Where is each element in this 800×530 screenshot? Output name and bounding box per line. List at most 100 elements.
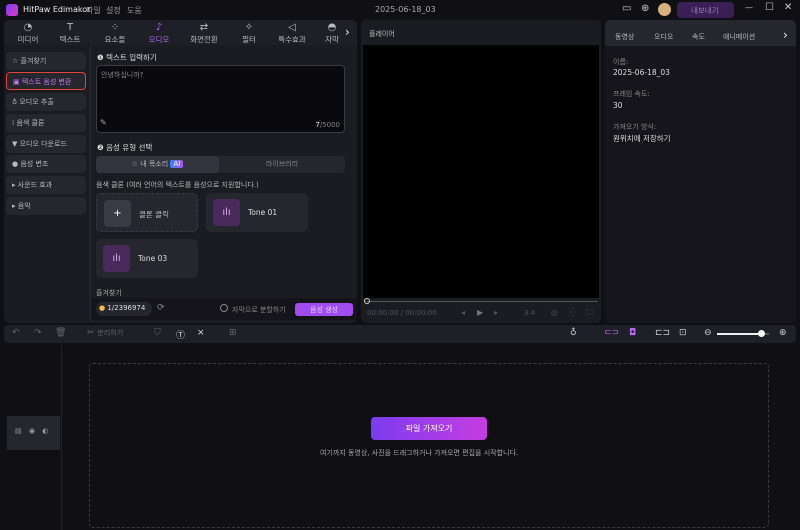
filter-icon: ✧ — [244, 22, 254, 33]
clone-click-label: 클론 클릭 — [139, 210, 169, 219]
tone-card[interactable]: ılı Tone 03 — [96, 239, 198, 278]
sidebar-item-music[interactable]: ▸ 음악 — [6, 197, 86, 215]
tab-elements[interactable]: ⁘ 요소들 — [95, 22, 135, 45]
progress-bar[interactable] — [367, 301, 598, 302]
project-name: 2025-06-18_03 — [375, 5, 436, 14]
sidebar-item-favorites[interactable]: ☆ 즐겨찾기 — [6, 52, 86, 70]
delete-icon[interactable]: 🗑 — [55, 328, 66, 338]
tab-subtitle[interactable]: ◓ 자막 — [317, 22, 347, 45]
text-box-icon[interactable]: Ⓣ — [176, 328, 185, 341]
tab-effects[interactable]: ◁ 특수효과 — [272, 22, 312, 45]
track-visibility-icon[interactable]: ◉ — [29, 427, 35, 435]
add-clip-icon[interactable]: ⊞ — [229, 328, 237, 338]
video-preview — [363, 45, 599, 298]
sidebar-item-audio-extract[interactable]: ♁ 오디오 추출 — [6, 93, 86, 111]
playhead-handle[interactable] — [364, 298, 370, 304]
credits: ● 1/2396974 — [96, 302, 152, 316]
generate-button[interactable]: 음성 생성 — [295, 303, 353, 316]
tabs-next-icon[interactable]: › — [345, 25, 350, 39]
sidebar-item-tts[interactable]: ▣ 텍스트 음성 변환 — [6, 72, 86, 90]
track-audio-icon[interactable]: ◐ — [42, 427, 48, 435]
tab-audio-props[interactable]: 오디오 — [654, 32, 673, 42]
remove-silence-icon[interactable]: ⨯ — [197, 328, 205, 338]
download-icon[interactable]: ⊕ — [641, 3, 649, 14]
tab-video[interactable]: 동영상 — [615, 32, 634, 42]
split-track-icon[interactable]: ⊏⊐ — [655, 328, 670, 338]
split-button[interactable]: ✂ 분리하기 — [87, 328, 123, 338]
tab-animation[interactable]: 애니메이션 — [723, 32, 755, 42]
text-icon: T — [66, 22, 74, 33]
avatar[interactable] — [658, 3, 671, 16]
tone-label: Tone 01 — [248, 208, 278, 217]
screenshot-icon[interactable]: ◎ — [551, 308, 558, 317]
split-subtitle-checkbox[interactable] — [220, 304, 228, 312]
name-label: 이름: — [613, 58, 629, 66]
play-icon[interactable]: ▶ — [477, 308, 483, 317]
magnet-icon[interactable]: ◘ — [629, 328, 636, 338]
grid-icon[interactable]: ⁛ — [570, 308, 576, 317]
app-logo-icon — [6, 4, 18, 16]
fit-icon[interactable]: ⊡ — [679, 328, 687, 338]
tab-text[interactable]: T 텍스트 — [50, 22, 90, 45]
tab-media[interactable]: ◔ 미디어 — [8, 22, 48, 45]
link-icon[interactable]: ⊂⊃ — [604, 328, 619, 338]
tab-library[interactable]: 라이브러리 — [219, 159, 345, 169]
drop-zone[interactable] — [89, 363, 769, 528]
zoom-out-icon[interactable]: ⊖ — [704, 328, 712, 338]
refresh-icon[interactable]: ⟳ — [157, 303, 165, 313]
zoom-slider[interactable] — [717, 330, 769, 337]
divider — [90, 46, 91, 323]
tone-card[interactable]: ılı Tone 01 — [206, 193, 308, 232]
current-time: 00:00:00 / 00:00:00 — [367, 309, 437, 317]
menu-file[interactable]: 파일 — [86, 5, 101, 16]
name-value: 2025-06-18_03 — [613, 68, 670, 77]
sidebar-item-voice-clone[interactable]: ⁞ 음색 클론 — [6, 114, 86, 132]
text-value: 안녕하십니까? — [101, 71, 144, 79]
prev-frame-icon[interactable]: ◂ — [461, 308, 465, 317]
zoom-in-icon[interactable]: ⊕ — [779, 328, 787, 338]
track-divider — [61, 345, 62, 530]
text-input[interactable]: 안녕하십니까? ✎ 7/5000 — [96, 65, 345, 133]
magic-icon[interactable]: ✎ — [100, 118, 107, 127]
tab-audio[interactable]: ♪ 오디오 — [139, 22, 179, 45]
tab-transition[interactable]: ⇄ 화면전환 — [184, 22, 224, 45]
import-file-button[interactable]: 파일 가져오기 — [371, 417, 487, 440]
subtitle-icon: ◓ — [327, 22, 337, 33]
tab-speed[interactable]: 속도 — [692, 32, 705, 42]
redo-icon[interactable]: ↷ — [34, 328, 42, 338]
close-icon[interactable]: ✕ — [784, 2, 792, 13]
sidebar-item-sound-effects[interactable]: ▸ 사운드 효과 — [6, 176, 86, 194]
track-lock-icon[interactable]: ▤ — [15, 427, 22, 435]
aspect-ratio-select[interactable]: 3:4 — [524, 309, 535, 317]
sidebar-item-audio-download[interactable]: ▼ 오디오 다운로드 — [6, 135, 86, 153]
menu-help[interactable]: 도움 — [127, 5, 142, 16]
tab-my-voice[interactable]: ☆ 내 목소리 AI — [96, 156, 219, 173]
sidebar-item-voice-changer[interactable]: ● 음성 변조 — [6, 155, 86, 173]
undo-icon[interactable]: ↶ — [12, 328, 20, 338]
voice-wave-icon: ılı — [213, 199, 240, 226]
step1-title: ❶ 텍스트 입력하기 — [97, 53, 157, 62]
effects-icon: ◁ — [288, 22, 296, 33]
tab-filter[interactable]: ✧ 필터 — [229, 22, 269, 45]
zoom-slider-fill — [717, 333, 762, 335]
mic-icon[interactable]: ♁ — [570, 328, 577, 338]
minimize-icon[interactable]: — — [745, 3, 753, 12]
export-button[interactable]: 내보내기 — [677, 2, 734, 18]
elements-icon: ⁘ — [110, 22, 120, 33]
fullscreen-icon[interactable]: ⛶ — [587, 308, 593, 318]
tone-label: Tone 03 — [138, 254, 168, 263]
favorites-label: 즐겨찾기 — [96, 289, 122, 297]
clone-click-card[interactable]: + 클론 클릭 — [96, 193, 198, 232]
plus-icon: + — [104, 200, 131, 227]
maximize-icon[interactable]: ☐ — [765, 2, 774, 13]
shield-icon[interactable]: ⛉ — [154, 328, 161, 338]
media-icon: ◔ — [23, 22, 33, 33]
next-frame-icon[interactable]: ▸ — [494, 308, 498, 317]
drop-hint: 여기까지 동영상, 사진을 드래그하거나 가져오면 편집을 시작합니다. — [320, 449, 519, 457]
feedback-icon[interactable]: ▭ — [622, 3, 631, 14]
menu-settings[interactable]: 설정 — [106, 5, 121, 16]
voice-wave-icon: ılı — [103, 245, 130, 272]
fps-label: 프레임 속도: — [613, 90, 650, 98]
track-header: ▤ ◉ ◐ — [7, 416, 60, 450]
tabs-next-icon[interactable]: › — [783, 28, 788, 42]
